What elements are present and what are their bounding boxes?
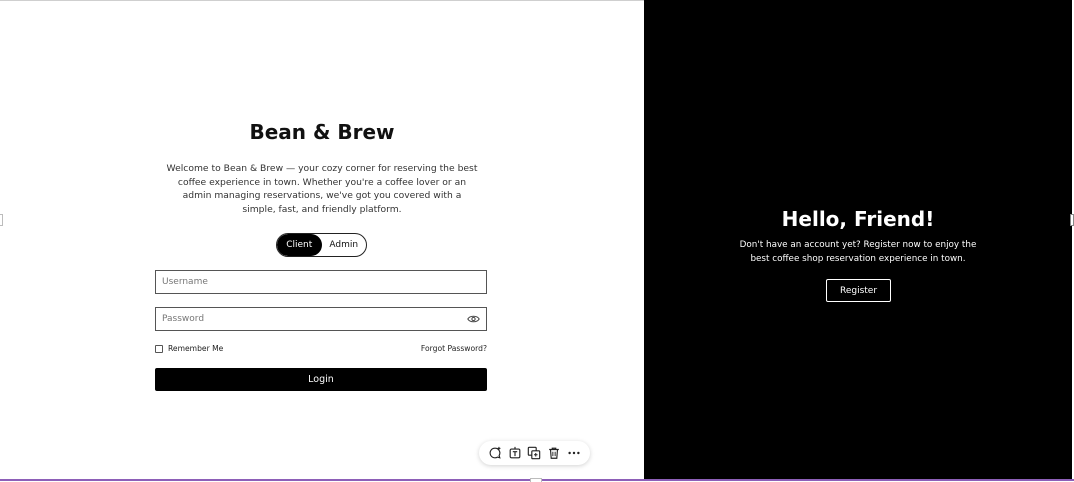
app-frame: Bean & Brew Welcome to Bean & Brew — you… (0, 0, 1074, 482)
resize-handle-left[interactable] (0, 214, 3, 226)
password-field (155, 307, 487, 331)
register-panel: Hello, Friend! Don't have an account yet… (644, 0, 1072, 479)
duplicate-icon[interactable] (526, 445, 542, 461)
text-frame-icon[interactable] (507, 445, 523, 461)
welcome-text: Welcome to Bean & Brew — your cozy corne… (166, 163, 478, 215)
username-input[interactable] (162, 277, 480, 287)
password-input[interactable] (162, 314, 467, 324)
login-button[interactable]: Login (155, 368, 487, 391)
role-toggle: Client Admin (276, 233, 367, 257)
register-button[interactable]: Register (826, 279, 891, 302)
role-client-option[interactable]: Client (277, 234, 322, 256)
forgot-password-link[interactable]: Forgot Password? (421, 344, 487, 353)
resize-handle-right[interactable] (1070, 214, 1074, 226)
login-panel: Bean & Brew Welcome to Bean & Brew — you… (0, 1, 644, 479)
register-heading: Hello, Friend! (781, 207, 935, 231)
floating-toolbar (479, 441, 590, 465)
trash-icon[interactable] (546, 445, 562, 461)
brand-title: Bean & Brew (249, 120, 395, 144)
resize-handle-bottom[interactable] (530, 478, 542, 482)
role-admin-option[interactable]: Admin (322, 234, 367, 256)
remember-me-checkbox[interactable] (155, 344, 163, 353)
comment-add-icon[interactable] (487, 445, 503, 461)
more-icon[interactable] (566, 445, 582, 461)
remember-me[interactable]: Remember Me (155, 344, 223, 353)
eye-icon[interactable] (467, 314, 480, 324)
register-message: Don't have an account yet? Register now … (739, 240, 977, 264)
remember-me-label: Remember Me (168, 344, 224, 353)
username-field (155, 270, 487, 294)
